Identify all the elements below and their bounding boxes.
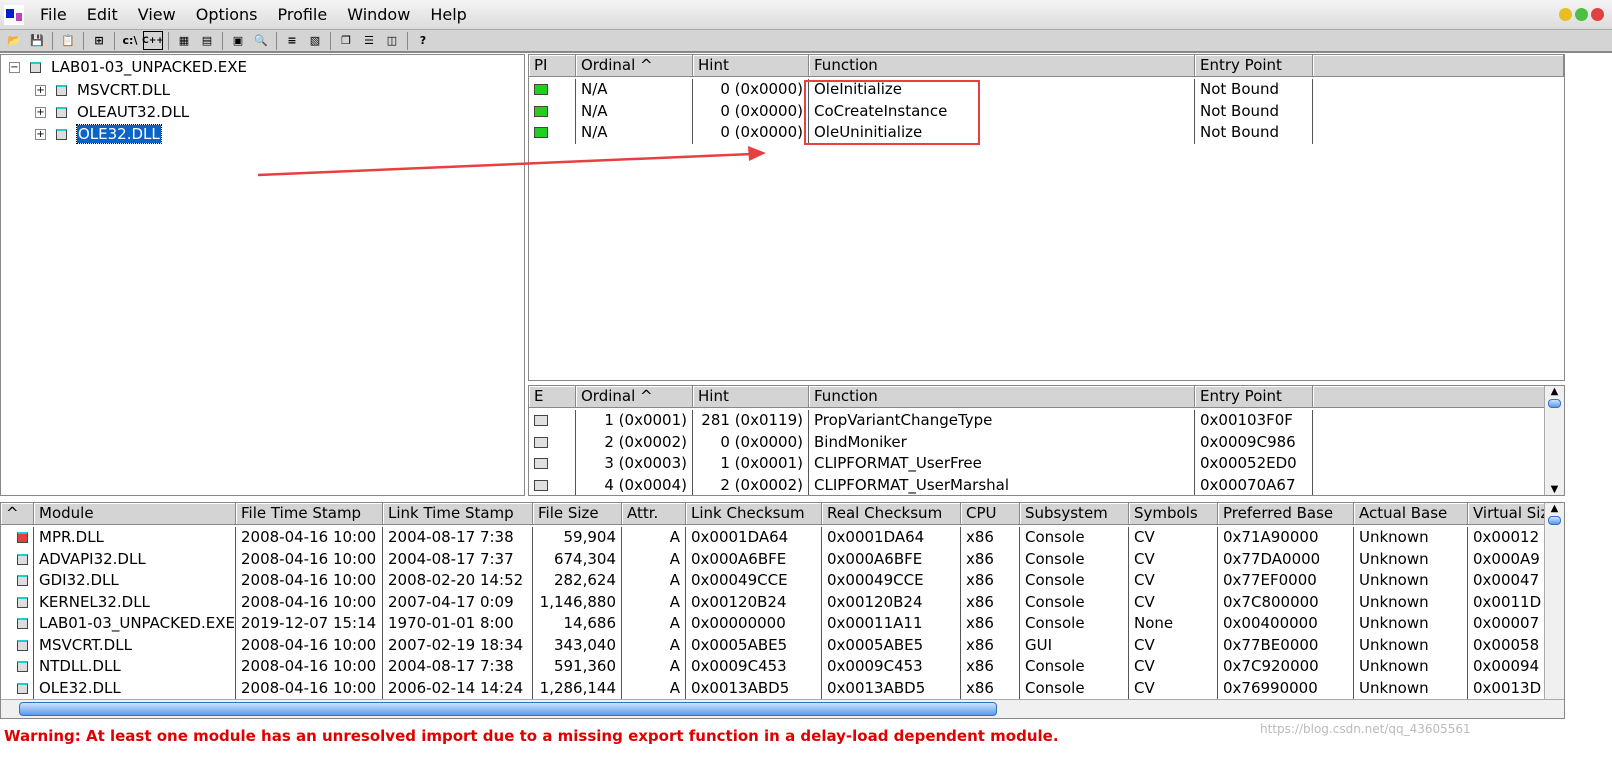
annotation-arrow — [257, 146, 766, 177]
